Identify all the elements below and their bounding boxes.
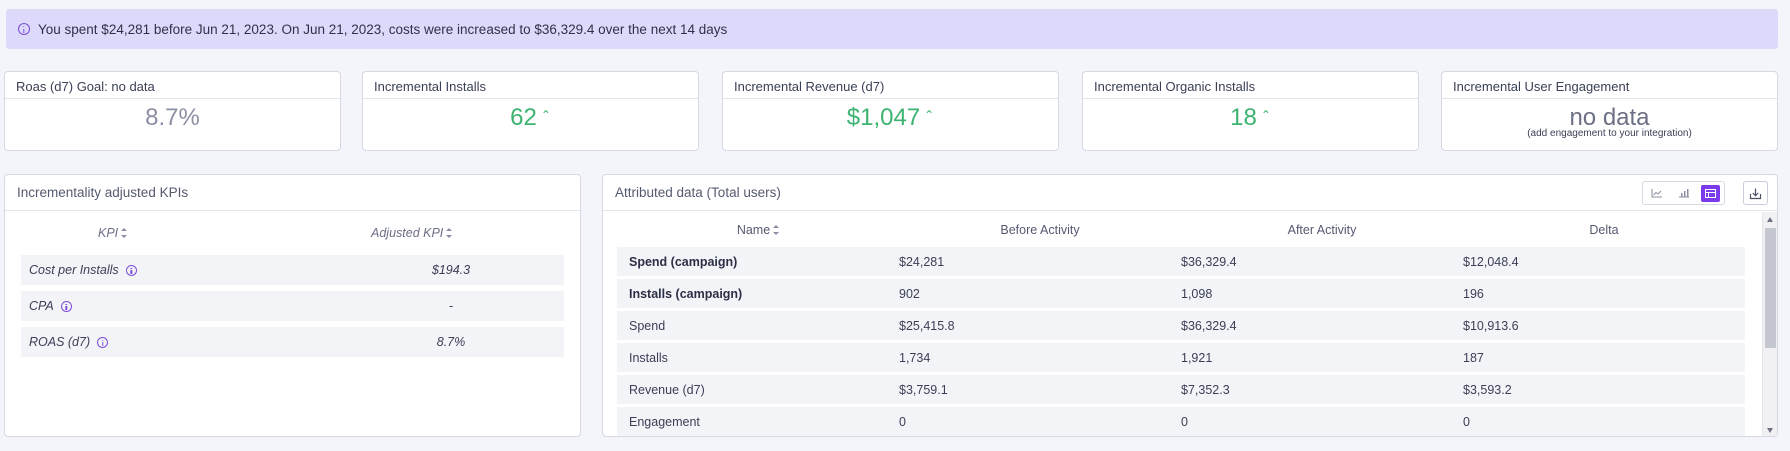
card-incremental-user-engagement: Incremental User Engagement no data (add… <box>1441 71 1778 151</box>
row-after: 1,921 <box>1181 350 1213 365</box>
view-toggle <box>1642 181 1725 205</box>
row-name: Spend <box>629 318 666 333</box>
table-row: Installs 1,734 1,921 187 <box>617 343 1745 372</box>
card-title: Incremental Revenue (d7) <box>723 72 1058 99</box>
table-view-icon <box>1705 188 1716 198</box>
card-value: 62 ⌃ <box>510 104 551 131</box>
row-name: Installs <box>629 350 668 365</box>
trend-up-icon: ⌃ <box>1260 108 1271 122</box>
row-before: $24,281 <box>899 254 945 269</box>
card-value: 18 ⌃ <box>1230 104 1271 131</box>
kpi-cards: Roas (d7) Goal: no data 8.7% Incremental… <box>4 71 1780 151</box>
kpi-name: Cost per Installs <box>29 263 119 277</box>
info-icon[interactable] <box>60 300 72 312</box>
vertical-scrollbar[interactable] <box>1762 212 1777 436</box>
column-header-delta: Delta <box>1589 222 1619 237</box>
row-after: 0 <box>1181 414 1188 429</box>
card-title: Roas (d7) Goal: no data <box>5 72 340 99</box>
info-icon[interactable] <box>97 336 109 348</box>
column-header-kpi[interactable]: KPI <box>21 226 291 240</box>
card-title: Incremental User Engagement <box>1442 72 1777 99</box>
panel-title: Attributed data (Total users) <box>615 185 781 200</box>
row-after: $36,329.4 <box>1181 318 1237 333</box>
card-title: Incremental Installs <box>363 72 698 99</box>
row-after: 1,098 <box>1181 286 1213 301</box>
row-delta: 0 <box>1463 414 1470 429</box>
table-row: Engagement 0 0 0 <box>617 407 1745 436</box>
sort-icon[interactable] <box>121 228 128 238</box>
bar-chart-icon <box>1678 189 1689 198</box>
column-header-name[interactable]: Name <box>617 223 899 237</box>
row-delta: $3,593.2 <box>1463 382 1512 397</box>
row-name: Installs (campaign) <box>629 286 743 301</box>
row-before: $3,759.1 <box>899 382 948 397</box>
card-roas-goal: Roas (d7) Goal: no data 8.7% <box>4 71 341 151</box>
attributed-table: Name Before Activity After Activity Delt… <box>617 212 1745 436</box>
table-header: KPI Adjusted KPI <box>21 211 564 255</box>
bar-chart-view-button[interactable] <box>1670 182 1697 204</box>
info-icon <box>18 23 30 35</box>
line-chart-view-button[interactable] <box>1643 182 1670 204</box>
row-name: Engagement <box>629 414 700 429</box>
download-icon <box>1749 188 1762 199</box>
attributed-panel: Attributed data (Total users) Name Befor… <box>602 174 1778 437</box>
table-row: CPA - <box>21 291 564 321</box>
row-after: $7,352.3 <box>1181 382 1230 397</box>
column-header-after: After Activity <box>1287 222 1357 237</box>
row-before: $25,415.8 <box>899 318 955 333</box>
column-header-before: Before Activity <box>1000 222 1080 237</box>
info-icon[interactable] <box>125 264 137 276</box>
row-delta: $12,048.4 <box>1463 254 1519 269</box>
row-delta: 196 <box>1463 286 1484 301</box>
kpi-value: - <box>448 299 454 313</box>
table-row: Installs (campaign) 902 1,098 196 <box>617 279 1745 308</box>
card-incremental-installs: Incremental Installs 62 ⌃ <box>362 71 699 151</box>
kpi-value: $194.3 <box>431 263 471 277</box>
row-before: 902 <box>899 286 920 301</box>
table-row: Cost per Installs $194.3 <box>21 255 564 285</box>
sort-icon[interactable] <box>446 228 453 238</box>
scroll-thumb[interactable] <box>1765 228 1776 348</box>
row-name: Spend (campaign) <box>629 254 738 269</box>
row-before: 0 <box>899 414 906 429</box>
table-row: Spend (campaign) $24,281 $36,329.4 $12,0… <box>617 247 1745 276</box>
table-header: Name Before Activity After Activity Delt… <box>617 212 1745 247</box>
table-view-button[interactable] <box>1697 182 1724 204</box>
card-incremental-revenue: Incremental Revenue (d7) $1,047 ⌃ <box>722 71 1059 151</box>
card-title: Incremental Organic Installs <box>1083 72 1418 99</box>
kpi-value: 8.7% <box>436 335 466 349</box>
sort-icon[interactable] <box>773 224 780 235</box>
line-chart-icon <box>1651 189 1662 198</box>
card-value: no data <box>1569 104 1650 131</box>
row-delta: 187 <box>1463 350 1484 365</box>
kpi-name: ROAS (d7) <box>29 335 91 349</box>
scroll-down-arrow-icon[interactable] <box>1767 428 1773 433</box>
banner-text: You spent $24,281 before Jun 21, 2023. O… <box>38 21 728 37</box>
panel-header: Attributed data (Total users) <box>603 175 1777 211</box>
table-row: Revenue (d7) $3,759.1 $7,352.3 $3,593.2 <box>617 375 1745 404</box>
row-after: $36,329.4 <box>1181 254 1237 269</box>
column-header-adjusted-kpi[interactable]: Adjusted KPI <box>291 226 561 240</box>
kpi-name: CPA <box>29 299 54 313</box>
table-row: ROAS (d7) 8.7% <box>21 327 564 357</box>
table-row: Spend $25,415.8 $36,329.4 $10,913.6 <box>617 311 1745 340</box>
scroll-up-arrow-icon[interactable] <box>1767 217 1773 222</box>
trend-up-icon: ⌃ <box>540 108 551 122</box>
card-value: $1,047 ⌃ <box>846 104 935 131</box>
kpi-panel: Incrementality adjusted KPIs KPI Adjuste… <box>4 174 581 437</box>
panel-title: Incrementality adjusted KPIs <box>5 175 580 211</box>
info-banner: You spent $24,281 before Jun 21, 2023. O… <box>6 9 1778 49</box>
row-name: Revenue (d7) <box>629 382 705 397</box>
row-before: 1,734 <box>899 350 931 365</box>
card-incremental-organic-installs: Incremental Organic Installs 18 ⌃ <box>1082 71 1419 151</box>
row-delta: $10,913.6 <box>1463 318 1519 333</box>
card-note: (add engagement to your integration) <box>1527 128 1692 139</box>
download-button[interactable] <box>1743 181 1768 205</box>
trend-up-icon: ⌃ <box>924 108 935 122</box>
card-value: 8.7% <box>145 104 200 131</box>
